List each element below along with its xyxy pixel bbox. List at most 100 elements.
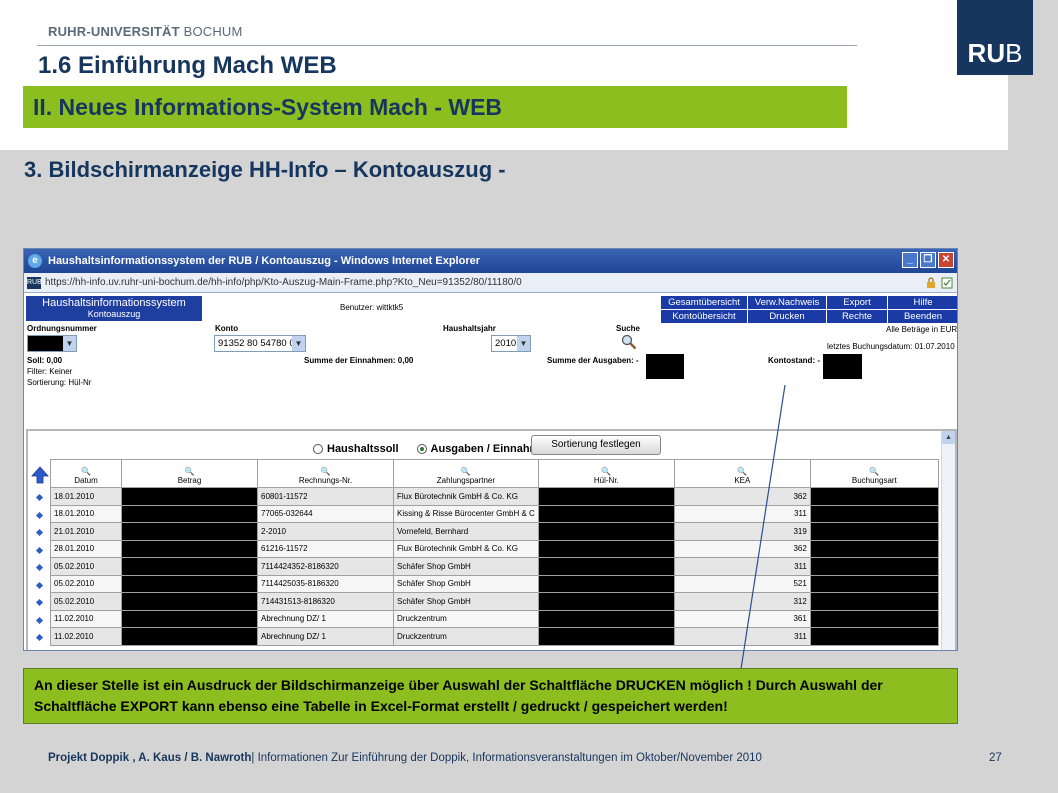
footer: Projekt Doppik , A. Kaus / B. Nawroth| I… (48, 752, 762, 764)
cell-huel-nr (537, 609, 675, 628)
booking-table: 🔍 Datum 🔍 Betrag 🔍 Rechnungs-Nr. 🔍 Zahlungsp… (50, 459, 939, 646)
cell-rechnungs-nr: 77065-032644 (257, 504, 394, 523)
browser-window: e Haushaltsinformationssystem der RUB / … (23, 248, 958, 651)
cell-betrag (121, 574, 258, 593)
nav-verw-nachweis[interactable]: Verw.Nachweis (748, 296, 826, 309)
cell-datum: 05.02.2010 (50, 592, 122, 611)
cell-buchungsart (809, 522, 939, 541)
sort-button[interactable]: Sortierung festlegen (531, 435, 661, 455)
cell-zahlungspartner: Flux Bürotechnik GmbH & Co. KG (393, 487, 539, 506)
row-marker-icon[interactable] (35, 493, 44, 502)
cell-zahlungspartner: Druckzentrum (393, 627, 539, 646)
search-icon[interactable]: 🔍 (811, 467, 938, 476)
nav-hilfe[interactable]: Hilfe (888, 296, 957, 309)
radio-ausgaben-einnahmen[interactable] (416, 444, 427, 454)
nav-gesamtuebersicht[interactable]: Gesamtübersicht (661, 296, 747, 309)
konto-select[interactable]: 91352 80 54780 0 ▼ (214, 335, 306, 352)
booking-list-frame: Haushaltssoll Ausgaben / Einnahmen Sorti… (26, 429, 957, 650)
app-header-badge: Haushaltsinformationssystem Kontoauszug (26, 296, 202, 321)
cell-kea: 362 (673, 487, 811, 506)
row-marker-icon[interactable] (35, 598, 44, 607)
search-icon[interactable]: 🔍 (394, 467, 538, 476)
table-row[interactable]: 05.02.2010 7114424352-8186320 Schäfer Shop… (50, 557, 939, 576)
chevron-down-icon[interactable]: ▼ (63, 336, 76, 351)
table-row[interactable]: 18.01.2010 60801-11572 Flux Bürotechnik Gm… (50, 487, 939, 506)
chevron-down-icon[interactable]: ▼ (517, 336, 530, 351)
col-buchungsart[interactable]: 🔍 Buchungsart (809, 459, 939, 488)
radio-haushaltssoll[interactable] (313, 444, 323, 454)
rub-logo: RU B (957, 0, 1033, 75)
lock-icon[interactable] (925, 277, 937, 289)
search-icon[interactable] (621, 334, 637, 350)
col-betrag[interactable]: 🔍 Betrag (121, 459, 258, 488)
row-marker-icon[interactable] (35, 581, 44, 589)
nav-beenden[interactable]: Beenden (888, 310, 957, 323)
search-icon[interactable]: 🔍 (539, 467, 674, 476)
address-bar[interactable]: RUB https://hh-info.uv.ruhr-uni-bochum.d… (24, 273, 957, 293)
university-name: RUHR-UNIVERSITÄT BOCHUM (48, 24, 243, 39)
cell-buchungsart (809, 592, 939, 611)
ordnungsnummer-select[interactable]: ▼ (27, 335, 77, 352)
row-marker-icon[interactable] (35, 511, 44, 519)
nav-rechte[interactable]: Rechte (827, 310, 887, 323)
search-icon[interactable]: 🔍 (675, 467, 810, 476)
minimize-button[interactable]: _ (902, 252, 918, 268)
table-row[interactable]: 11.02.2010 Abrechnung DZ/ 1 Druckzentrum 31… (50, 627, 939, 646)
cell-rechnungs-nr: 7114425035-8186320 (257, 574, 394, 593)
university-name-light: BOCHUM (183, 24, 243, 39)
row-marker-icon[interactable] (35, 563, 44, 572)
chevron-down-icon[interactable]: ▼ (292, 336, 305, 351)
app-content: Haushaltsinformationssystem Kontoauszug … (24, 294, 957, 650)
table-row[interactable]: 05.02.2010 7114425035-8186320 Schäfer Shop… (50, 574, 939, 593)
cell-datum: 11.02.2010 (50, 627, 122, 646)
close-button[interactable]: ✕ (938, 252, 954, 268)
app-name: Haushaltsinformationssystem (42, 297, 186, 309)
cell-datum: 18.01.2010 (50, 487, 122, 506)
nav-export[interactable]: Export (827, 296, 887, 309)
cell-zahlungspartner: Schäfer Shop GmbH (393, 574, 539, 593)
row-marker-icon[interactable] (35, 546, 44, 554)
row-marker-icon[interactable] (35, 616, 44, 624)
ausgaben-sum: Summe der Ausgaben: - (547, 356, 639, 365)
sortierung-value: Sortierung: Hül-Nr (27, 378, 92, 387)
col-datum[interactable]: 🔍 Datum (50, 459, 122, 488)
cell-zahlungspartner: Flux Bürotechnik GmbH & Co. KG (393, 539, 539, 558)
search-icon[interactable]: 🔍 (122, 467, 257, 476)
table-row[interactable]: 18.01.2010 77065-032644 Kissing & Risse Bü… (50, 504, 939, 523)
radio-haushaltssoll-label: Haushaltssoll (327, 443, 399, 455)
scroll-up-button[interactable]: ▲ (942, 431, 955, 444)
compatibility-view-icon[interactable] (941, 277, 953, 289)
cell-rechnungs-nr: 2-2010 (257, 522, 394, 541)
page-number: 27 (989, 752, 1002, 764)
maximize-button[interactable]: ❐ (920, 252, 936, 268)
cell-buchungsart (809, 487, 939, 506)
cell-betrag (121, 609, 258, 628)
cell-buchungsart (809, 557, 939, 576)
col-huel-nr[interactable]: 🔍 Hül-Nr. (537, 459, 675, 488)
cell-huel-nr (537, 627, 675, 646)
table-row[interactable]: 11.02.2010 Abrechnung DZ/ 1 Druckzentrum 36… (50, 609, 939, 628)
cell-betrag (121, 627, 258, 646)
konto-label: Konto (215, 324, 239, 333)
col-datum-label: Datum (74, 476, 98, 485)
cell-betrag (121, 592, 258, 611)
col-zahlungspartner[interactable]: 🔍 Zahlungspartner (393, 459, 539, 488)
search-icon[interactable]: 🔍 (258, 467, 393, 476)
col-kea[interactable]: 🔍 KEA (673, 459, 811, 488)
einnahmen-sum: Summe der Einnahmen: 0,00 (304, 356, 414, 365)
table-row[interactable]: 21.01.2010 2-2010 Vornefeld, Bernhard 319 (50, 522, 939, 541)
col-rechnungs-nr[interactable]: 🔍 Rechnungs-Nr. (257, 459, 394, 488)
haushaltsjahr-select[interactable]: 2010 ▼ (491, 335, 531, 352)
vertical-scrollbar[interactable]: ▲ (941, 431, 955, 650)
cell-huel-nr (537, 539, 675, 558)
row-marker-icon[interactable] (35, 633, 44, 642)
cell-betrag (121, 504, 258, 523)
nav-drucken[interactable]: Drucken (748, 310, 826, 323)
scroll-up-arrow-icon[interactable] (31, 466, 49, 484)
table-row[interactable]: 05.02.2010 714431513-8186320 Schäfer Shop … (50, 592, 939, 611)
row-marker-icon[interactable] (35, 528, 44, 537)
address-url[interactable]: https://hh-info.uv.ruhr-uni-bochum.de/hh… (45, 277, 522, 288)
search-icon[interactable]: 🔍 (51, 467, 121, 476)
nav-kontouebersicht[interactable]: Kontoübersicht (661, 310, 747, 323)
table-row[interactable]: 28.01.2010 61216-11572 Flux Bürotechnik Gm… (50, 539, 939, 558)
